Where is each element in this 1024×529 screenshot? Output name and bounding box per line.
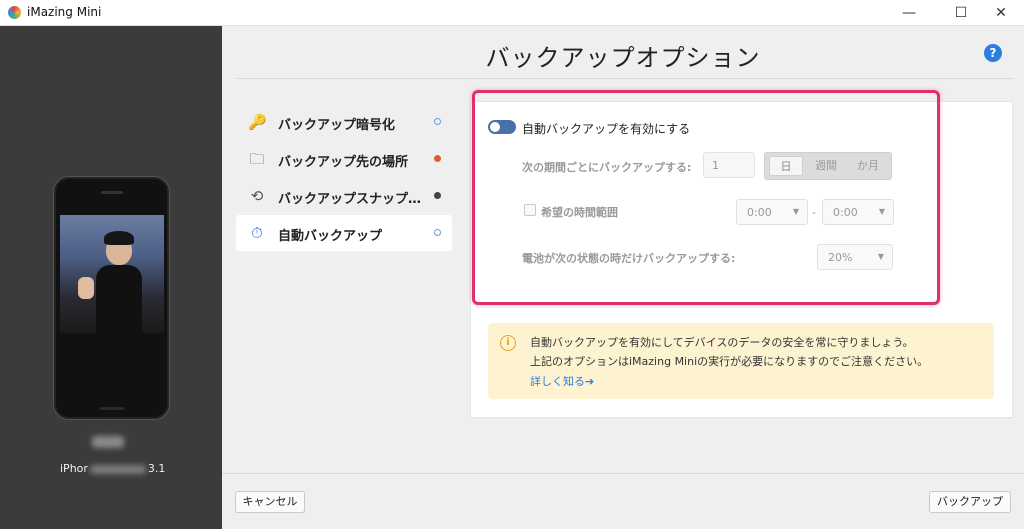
status-dot (434, 155, 441, 162)
footer-divider (222, 473, 1024, 474)
status-dot (434, 118, 441, 125)
info-icon: i (500, 335, 516, 351)
device-image (53, 176, 170, 420)
app-logo-icon (8, 6, 21, 19)
status-dot (434, 192, 441, 199)
device-wallpaper (60, 215, 164, 333)
menu-item-label: バックアップスナップショット (278, 192, 428, 207)
key-icon: 🔑 (248, 113, 267, 131)
menu-item-encryption[interactable]: 🔑 バックアップ暗号化 (236, 104, 452, 140)
wallpaper-hand (78, 277, 94, 299)
device-model-suffix: 3.1 (147, 462, 166, 475)
options-menu: 🔑 バックアップ暗号化 🗀 バックアップ先の場所 ⟲ バックアップスナップショッ… (236, 104, 452, 252)
backup-button[interactable]: バックアップ (929, 491, 1011, 513)
main-area: バックアップオプション ? 🔑 バックアップ暗号化 🗀 バックアップ先の場所 ⟲… (222, 26, 1024, 529)
close-button[interactable]: ✕ (978, 0, 1024, 26)
device-model-redacted (89, 464, 146, 474)
phone-home-indicator (100, 407, 124, 410)
phone-speaker (101, 191, 123, 194)
highlight-frame (472, 90, 940, 305)
info-line-2: 上記のオプションはiMazing Miniの実行が必要になりますのでご注意くださ… (530, 355, 929, 368)
device-pane: iPhor 3.1 (0, 26, 222, 529)
window-title: iMazing Mini (27, 5, 102, 19)
page-title: バックアップオプション (485, 44, 761, 72)
info-line-1: 自動バックアップを有効にしてデバイスのデータの安全を常に守りましょう。 (530, 336, 914, 349)
title-divider (236, 78, 1014, 79)
menu-item-location[interactable]: 🗀 バックアップ先の場所 (236, 141, 452, 177)
auto-backup-clock-icon: ⏱ (251, 224, 263, 242)
info-box: i 自動バックアップを有効にしてデバイスのデータの安全を常に守りましょう。 上記… (488, 323, 994, 399)
device-model: iPhor 3.1 (60, 462, 180, 475)
minimize-button[interactable]: — (886, 0, 932, 26)
status-dot (434, 229, 441, 236)
cancel-button[interactable]: キャンセル (235, 491, 305, 513)
device-name-redacted (92, 436, 124, 448)
snapshot-icon: ⟲ (250, 187, 264, 205)
learn-more-link[interactable]: 詳しく知る➔ (530, 373, 594, 389)
device-model-prefix: iPhor (60, 462, 88, 475)
menu-item-label: バックアップ先の場所 (278, 155, 409, 170)
help-button[interactable]: ? (984, 44, 1002, 62)
wallpaper-person (96, 231, 142, 333)
menu-item-label: バックアップ暗号化 (278, 118, 396, 133)
menu-item-label: 自動バックアップ (278, 229, 383, 244)
menu-item-snapshot[interactable]: ⟲ バックアップスナップショット (236, 178, 452, 214)
folder-icon: 🗀 (249, 150, 265, 168)
title-bar: iMazing Mini — ☐ ✕ (0, 0, 1024, 26)
menu-item-auto-backup[interactable]: ⏱ 自動バックアップ (236, 215, 452, 251)
